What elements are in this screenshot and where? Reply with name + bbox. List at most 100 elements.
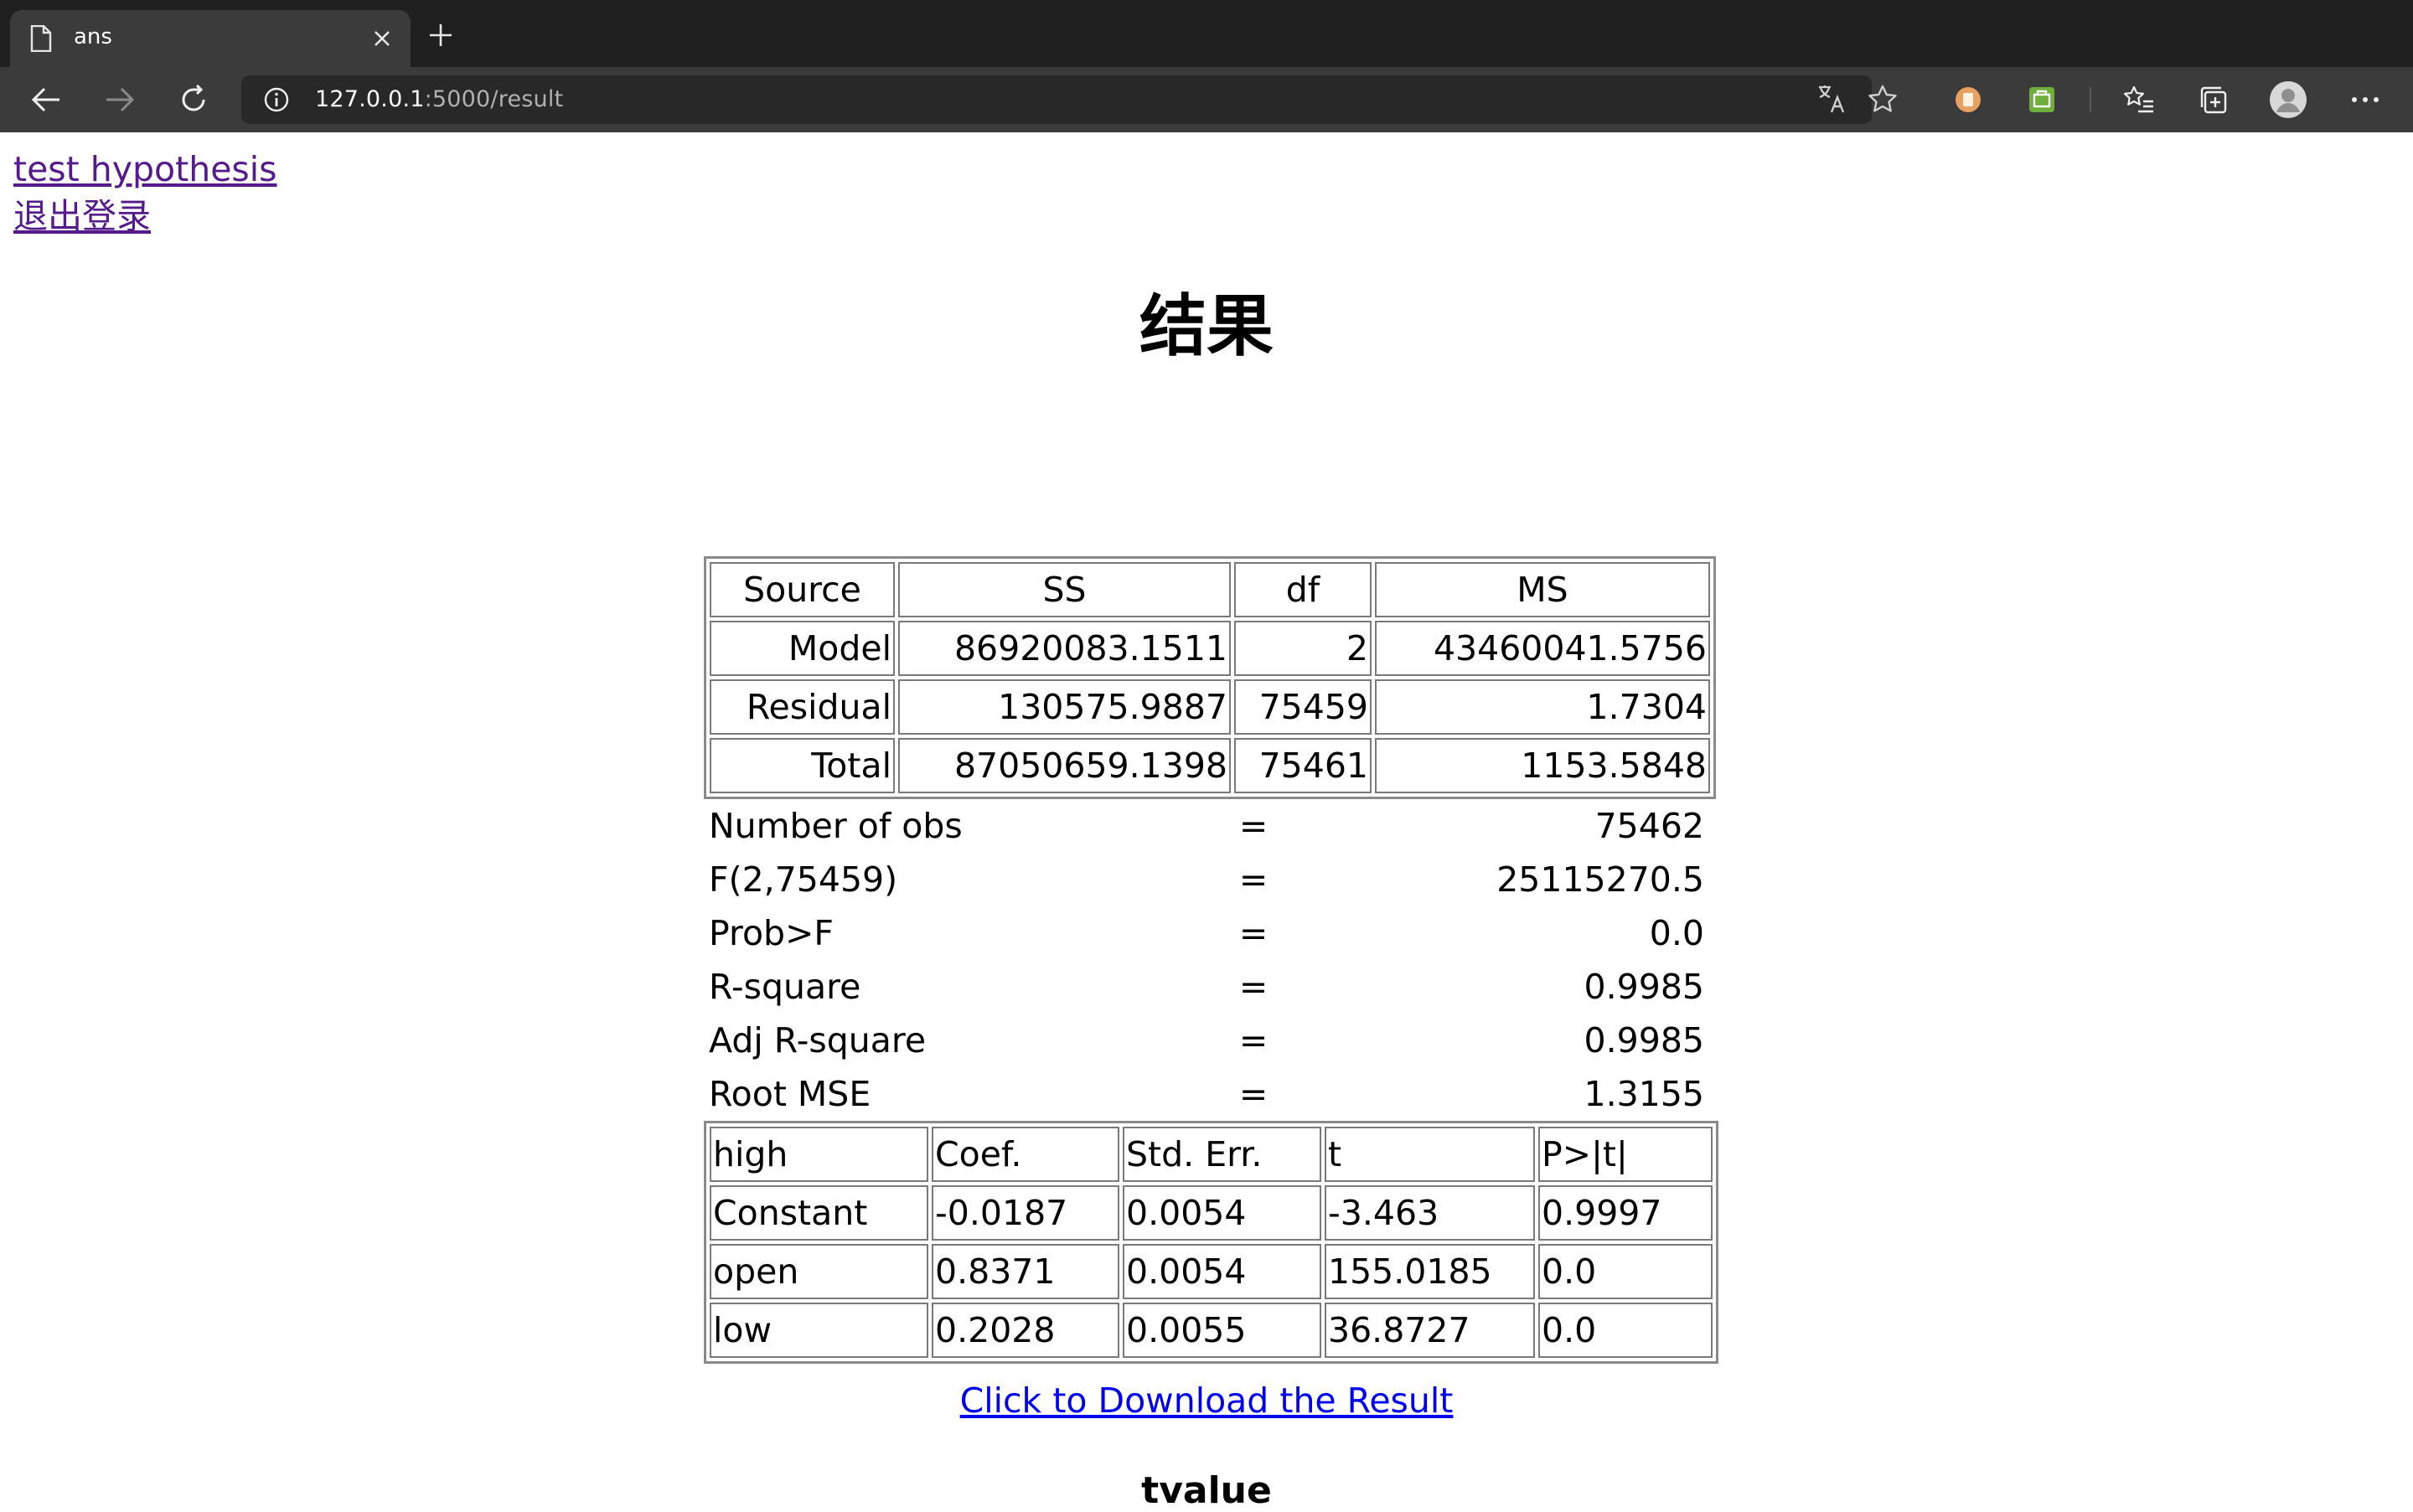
browser-toolbar: 127.0.0.1:5000/result	[0, 67, 2413, 132]
anova-cell: Total	[710, 738, 895, 793]
coef-row: open 0.8371 0.0054 155.0185 0.0	[710, 1244, 1713, 1299]
anova-row: Model 86920083.1511 2 43460041.5756	[710, 621, 1710, 676]
tvalue-heading: tvalue	[1141, 1469, 1272, 1512]
stat-equals: =	[1238, 806, 1269, 846]
coef-row: Constant -0.0187 0.0054 -3.463 0.9997	[710, 1185, 1713, 1241]
stat-label: Number of obs	[709, 806, 963, 846]
anova-cell: 130575.9887	[898, 679, 1231, 735]
anova-cell: 1.7304	[1375, 679, 1710, 735]
stat-equals: =	[1238, 967, 1269, 1007]
anova-row: Total 87050659.1398 75461 1153.5848	[710, 738, 1710, 793]
coef-row: low 0.2028 0.0055 36.8727 0.0	[710, 1303, 1713, 1358]
coef-cell: 155.0185	[1325, 1244, 1535, 1299]
coef-cell: 0.0054	[1123, 1244, 1321, 1299]
url-text[interactable]: 127.0.0.1:5000/result	[315, 86, 563, 112]
info-icon[interactable]	[263, 86, 290, 116]
test-hypothesis-link[interactable]: test hypothesis	[13, 146, 277, 193]
stat-row: Adj R-square = 0.9985	[704, 1014, 1709, 1067]
anova-cell: 75461	[1234, 738, 1372, 793]
url-path: :5000/result	[424, 86, 564, 112]
anova-header-cell: df	[1234, 562, 1372, 617]
coefficients-table: high Coef. Std. Err. t P>|t| Constant -0…	[704, 1121, 1718, 1364]
anova-header-cell: SS	[898, 562, 1231, 617]
coef-cell: 0.0054	[1123, 1185, 1321, 1241]
stat-value: 0.9985	[1584, 1020, 1704, 1060]
stat-row: Number of obs = 75462	[704, 799, 1709, 853]
favorites-icon[interactable]	[2120, 80, 2158, 119]
page-content: test hypothesis 退出登录 结果 Source SS df MS …	[0, 132, 2413, 1512]
url-host: 127.0.0.1	[315, 86, 425, 112]
model-stats-table: Number of obs = 75462 F(2,75459) = 25115…	[704, 799, 1709, 1121]
stat-value: 0.0	[1649, 913, 1704, 953]
extension-orange-icon[interactable]	[1949, 80, 1987, 119]
download-result-link[interactable]: Click to Download the Result	[960, 1380, 1454, 1421]
page-title: 结果	[1139, 287, 1274, 365]
results-content: Source SS df MS Model 86920083.1511 2 43…	[704, 556, 1718, 1364]
anova-row: Residual 130575.9887 75459 1.7304	[710, 679, 1710, 735]
more-menu-icon[interactable]	[2346, 80, 2385, 119]
coef-header-row: high Coef. Std. Err. t P>|t|	[710, 1127, 1713, 1182]
coef-cell: 36.8727	[1325, 1303, 1535, 1358]
stat-label: Prob>F	[709, 913, 834, 953]
coef-header-cell: high	[710, 1127, 928, 1182]
coef-cell: 0.9997	[1538, 1185, 1713, 1241]
translate-icon[interactable]	[1816, 84, 1847, 119]
reload-icon[interactable]	[174, 80, 213, 119]
stat-equals: =	[1238, 1074, 1269, 1114]
anova-cell: 2	[1234, 621, 1372, 676]
anova-cell: Model	[710, 621, 895, 676]
anova-cell: Residual	[710, 679, 895, 735]
coef-cell: 0.0055	[1123, 1303, 1321, 1358]
anova-header-cell: MS	[1375, 562, 1710, 617]
anova-header-cell: Source	[710, 562, 895, 617]
stat-label: R-square	[709, 967, 861, 1007]
back-icon[interactable]	[27, 80, 65, 119]
anova-cell: 43460041.5756	[1375, 621, 1710, 676]
logout-link[interactable]: 退出登录	[13, 193, 277, 240]
stat-label: Adj R-square	[709, 1020, 927, 1060]
browser-chrome: ans 127.0.0.1:5000/result	[0, 0, 2413, 132]
profile-avatar-icon[interactable]	[2269, 80, 2307, 119]
tab-title: ans	[74, 24, 112, 49]
coef-header-cell: Coef.	[932, 1127, 1119, 1182]
forward-icon[interactable]	[101, 80, 139, 119]
coef-cell: Constant	[710, 1185, 928, 1241]
stat-label: Root MSE	[709, 1074, 871, 1114]
extension-green-icon[interactable]	[2023, 80, 2061, 119]
close-tab-icon[interactable]	[365, 22, 399, 55]
anova-cell: 1153.5848	[1375, 738, 1710, 793]
collections-icon[interactable]	[2193, 80, 2232, 119]
stat-equals: =	[1238, 1020, 1269, 1060]
stat-label: F(2,75459)	[709, 859, 898, 900]
coef-cell: -3.463	[1325, 1185, 1535, 1241]
anova-cell: 75459	[1234, 679, 1372, 735]
browser-tab[interactable]: ans	[10, 10, 411, 67]
anova-table: Source SS df MS Model 86920083.1511 2 43…	[704, 556, 1716, 799]
coef-cell: low	[710, 1303, 928, 1358]
tab-strip: ans	[0, 0, 2413, 67]
address-bar[interactable]: 127.0.0.1:5000/result	[241, 75, 1897, 124]
coef-header-cell: Std. Err.	[1123, 1127, 1321, 1182]
anova-header-row: Source SS df MS	[710, 562, 1710, 617]
coef-cell: 0.0	[1538, 1303, 1713, 1358]
stat-equals: =	[1238, 913, 1269, 953]
coef-cell: open	[710, 1244, 928, 1299]
favorite-star-icon[interactable]	[1867, 84, 1899, 119]
stat-value: 25115270.5	[1496, 859, 1704, 900]
stat-equals: =	[1238, 859, 1269, 900]
stat-value: 75462	[1594, 806, 1704, 846]
download-section: Click to Download the Result	[0, 1380, 2413, 1421]
stat-row: Root MSE = 1.3155	[704, 1067, 1709, 1121]
stat-value: 1.3155	[1584, 1074, 1704, 1114]
toolbar-separator	[2090, 87, 2091, 112]
stat-row: F(2,75459) = 25115270.5	[704, 853, 1709, 906]
coef-header-cell: t	[1325, 1127, 1535, 1182]
stat-row: Prob>F = 0.0	[704, 906, 1709, 960]
stat-value: 0.9985	[1584, 967, 1704, 1007]
new-tab-icon[interactable]	[424, 18, 457, 52]
anova-cell: 87050659.1398	[898, 738, 1231, 793]
coef-header-cell: P>|t|	[1538, 1127, 1713, 1182]
coef-cell: -0.0187	[932, 1185, 1119, 1241]
coef-cell: 0.2028	[932, 1303, 1119, 1358]
anova-cell: 86920083.1511	[898, 621, 1231, 676]
